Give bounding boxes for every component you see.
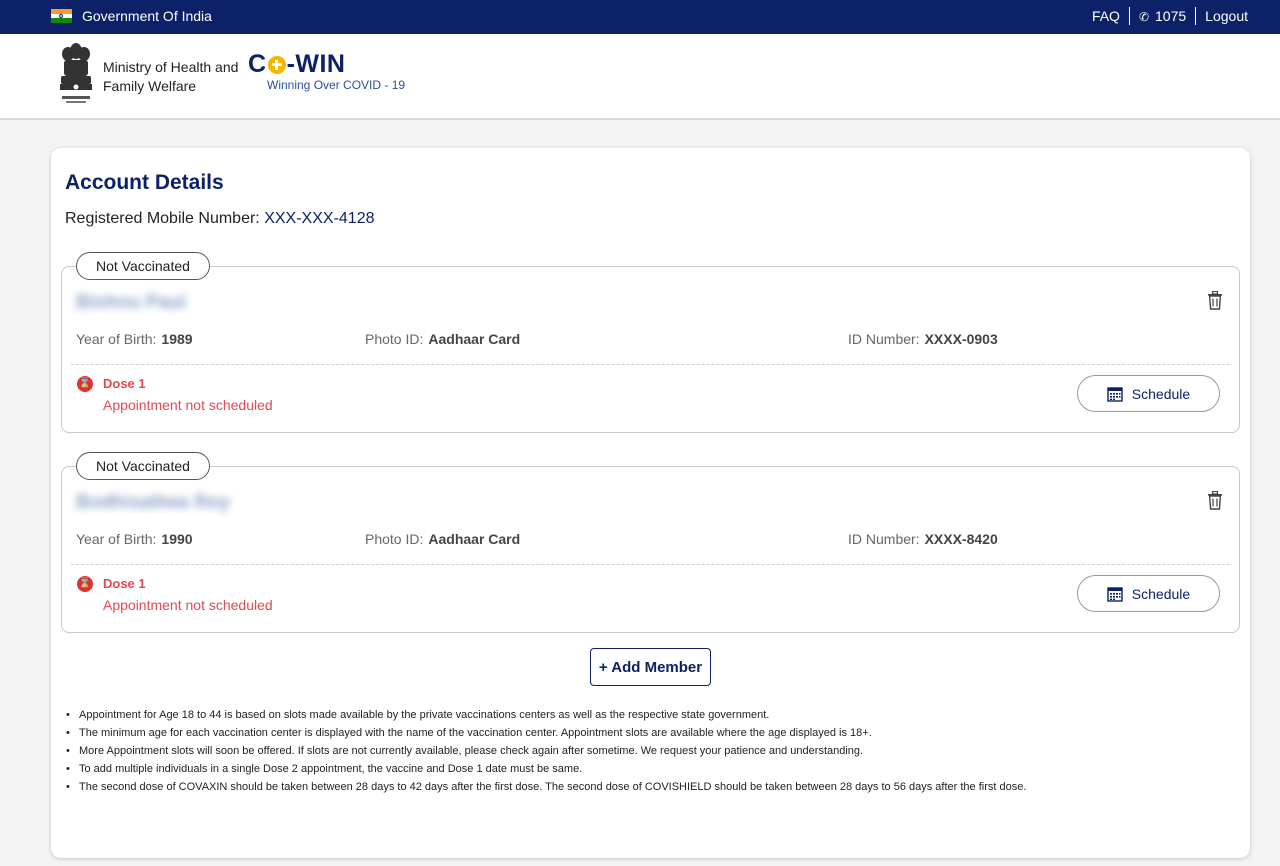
yob-value: 1990 [161,531,193,547]
phone-icon: ✆ [1138,10,1150,24]
government-top-bar: Government Of India FAQ ✆ 1075 Logout [0,0,1280,34]
list-item: The second dose of COVAXIN should be tak… [66,778,1026,796]
id-number: ID Number: XXXX-0903 [848,331,998,347]
photo-id-value: Aadhaar Card [428,331,521,347]
list-item: The minimum age for each vaccination cen… [66,724,1026,742]
member-card: Not Vaccinated Bishnu Paul Year of Birth… [61,252,1240,433]
add-member-button[interactable]: + Add Member [590,648,711,686]
ministry-line-2: Family Welfare [103,78,197,94]
id-number-label: ID Number: [848,331,920,347]
yob-label: Year of Birth: [76,331,157,347]
member-card: Not Vaccinated Bodhisattwa Roy Year of B… [61,452,1240,633]
id-number-value: XXXX-0903 [924,331,998,347]
schedule-label: Schedule [1131,585,1191,602]
dose-status: Appointment not scheduled [103,597,273,613]
schedule-button[interactable]: Schedule [1077,375,1220,412]
dose-label: Dose 1 [103,376,146,391]
photo-id: Photo ID: Aadhaar Card [365,331,520,347]
vaccination-status-badge: Not Vaccinated [76,452,210,480]
logout-link[interactable]: Logout [1205,8,1248,24]
dose-status: Appointment not scheduled [103,397,273,413]
list-item: Appointment for Age 18 to 44 is based on… [66,706,1026,724]
yob-value: 1989 [161,331,193,347]
mobile-value: XXX-XXX-4128 [264,210,375,227]
year-of-birth: Year of Birth: 1989 [76,331,193,347]
cowin-wordmark: C -WIN [248,50,405,79]
dose-label: Dose 1 [103,576,146,591]
divider [1195,7,1197,25]
faq-link[interactable]: FAQ [1092,8,1120,24]
photo-id-label: Photo ID: [365,531,424,547]
yob-label: Year of Birth: [76,531,157,547]
ministry-name: Ministry of Health and Family Welfare [103,58,238,96]
calendar-icon [1107,586,1123,602]
logo-suffix: -WIN [286,50,346,78]
list-item: To add multiple individuals in a single … [66,760,1026,778]
photo-id: Photo ID: Aadhaar Card [365,531,520,547]
divider [71,364,1230,365]
hourglass-icon: ⌛ [77,576,93,592]
ministry-line-1: Ministry of Health and [103,59,239,75]
national-emblem-icon [60,43,92,103]
india-flag-icon [51,9,72,23]
id-number-label: ID Number: [848,531,920,547]
year-of-birth: Year of Birth: 1990 [76,531,193,547]
divider [1128,7,1130,25]
government-title: Government Of India [82,8,212,24]
helpline-link[interactable]: ✆ 1075 [1139,8,1186,24]
id-number: ID Number: XXXX-8420 [848,531,998,547]
list-item: More Appointment slots will soon be offe… [66,742,1026,760]
logo-plus-icon [267,55,286,74]
schedule-button[interactable]: Schedule [1077,575,1220,612]
schedule-label: Schedule [1131,385,1191,402]
photo-id-value: Aadhaar Card [428,531,521,547]
registered-mobile: Registered Mobile Number: XXX-XXX-4128 [65,210,374,228]
logo-tagline: Winning Over COVID - 19 [267,78,406,92]
trash-icon[interactable] [1207,491,1223,510]
hourglass-icon: ⌛ [77,376,93,392]
divider [71,564,1230,565]
id-number-value: XXXX-8420 [924,531,998,547]
account-details-card: Account Details Registered Mobile Number… [51,148,1250,858]
site-header: Ministry of Health and Family Welfare C-… [0,34,1280,120]
helpline-number: 1075 [1155,8,1187,24]
notes-list: Appointment for Age 18 to 44 is based on… [66,706,1026,796]
logo-prefix: C [248,50,267,78]
page-title: Account Details [65,171,224,194]
cowin-logo[interactable]: C -WIN Winning Over COVID - 19 [248,50,405,92]
vaccination-status-badge: Not Vaccinated [76,252,210,280]
mobile-label: Registered Mobile Number: [65,210,260,227]
trash-icon[interactable] [1207,291,1223,310]
member-name: Bishnu Paul [76,292,186,313]
calendar-icon [1107,386,1123,402]
photo-id-label: Photo ID: [365,331,424,347]
member-name: Bodhisattwa Roy [76,492,231,513]
top-links: FAQ ✆ 1075 Logout [1092,7,1248,25]
